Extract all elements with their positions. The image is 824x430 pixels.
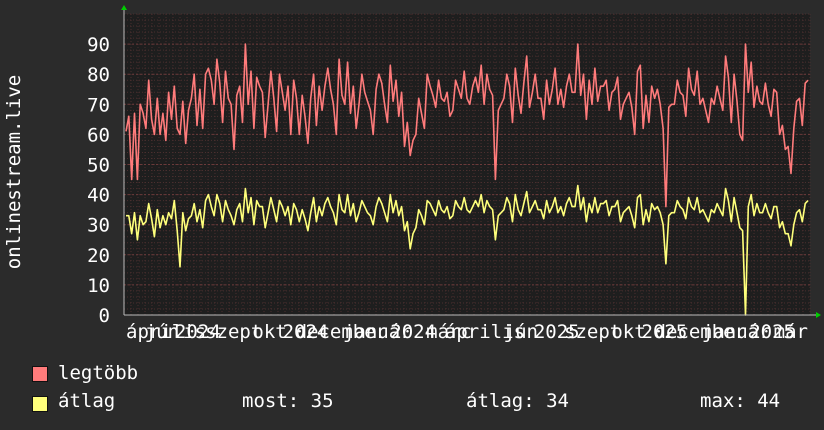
- y-tick-label: 90: [87, 34, 110, 56]
- y-tick-label: 80: [87, 64, 110, 86]
- x-tick-labels: áprilisjún2024szeptokt2024decemberjanuár…: [126, 321, 808, 343]
- x-tick-label: jún: [504, 321, 538, 343]
- legend-label-max: legtöbb: [58, 362, 139, 384]
- x-axis-arrow: [816, 312, 821, 318]
- y-tick-label: 60: [87, 124, 110, 146]
- y-tick-label: 0: [99, 305, 110, 327]
- y-tick-label: 30: [87, 215, 110, 237]
- legend-swatch-max: [32, 366, 48, 382]
- x-tick-label: jún: [145, 321, 179, 343]
- stat-average: átlag: 34: [466, 390, 569, 412]
- legend-swatch-avg: [32, 396, 48, 412]
- y-axis-arrow: [121, 5, 127, 10]
- y-tick-label: 50: [87, 155, 110, 177]
- y-tick-label: 20: [87, 245, 110, 267]
- x-tick-label: már: [774, 321, 808, 343]
- y-axis-label: onlinestream.live: [3, 75, 25, 269]
- y-tick-label: 10: [87, 275, 110, 297]
- legend-label-avg: átlag: [58, 390, 116, 412]
- y-tick-labels: 0 10 20 30 40 50 60 70 80 90: [87, 34, 110, 327]
- stat-now: most: 35: [242, 390, 334, 412]
- stat-max: max: 44: [700, 390, 781, 412]
- y-tick-label: 70: [87, 94, 110, 116]
- y-tick-label: 40: [87, 185, 110, 207]
- x-tick-label: okt: [611, 321, 645, 343]
